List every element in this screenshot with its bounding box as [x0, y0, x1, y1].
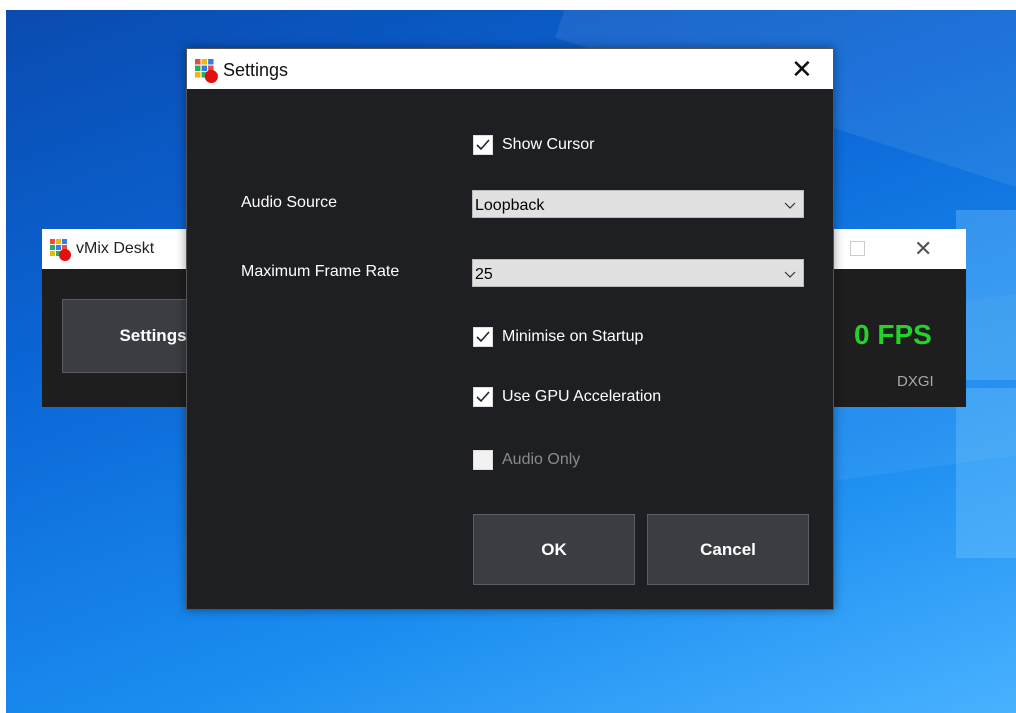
show-cursor-label: Show Cursor — [502, 136, 595, 153]
vmix-app-icon — [195, 59, 219, 88]
max-frame-rate-select[interactable]: 25 — [472, 259, 804, 287]
dialog-titlebar[interactable]: Settings ✕ — [187, 49, 833, 89]
checkbox-box[interactable] — [473, 135, 493, 155]
close-icon[interactable]: ✕ — [791, 54, 813, 85]
fps-readout: 0 FPS — [854, 319, 932, 350]
close-icon[interactable]: ✕ — [914, 236, 932, 262]
audio-only-checkbox: Audio Only — [473, 450, 580, 470]
minimise-on-startup-label: Minimise on Startup — [502, 328, 644, 345]
use-gpu-acceleration-label: Use GPU Acceleration — [502, 388, 662, 405]
checkmark-icon — [476, 391, 490, 403]
cancel-button[interactable]: Cancel — [647, 514, 809, 585]
dialog-title: Settings — [223, 60, 289, 80]
minimise-on-startup-checkbox[interactable]: Minimise on Startup — [473, 327, 643, 347]
audio-source-select[interactable]: Loopback — [472, 190, 804, 218]
settings-dialog: Settings ✕ Show Cursor Audio Source Loop… — [186, 48, 834, 610]
ok-button[interactable]: OK — [473, 514, 635, 585]
maximize-icon[interactable] — [850, 241, 865, 256]
chevron-down-icon — [784, 267, 796, 285]
checkmark-icon — [476, 331, 490, 343]
chevron-down-icon — [784, 198, 796, 216]
audio-source-value: Loopback — [475, 197, 545, 214]
checkmark-icon — [476, 139, 490, 151]
max-frame-rate-value: 25 — [475, 266, 493, 283]
show-cursor-checkbox[interactable]: Show Cursor — [473, 135, 594, 155]
capture-mode-label: DXGI — [897, 373, 934, 390]
use-gpu-acceleration-checkbox[interactable]: Use GPU Acceleration — [473, 387, 661, 407]
audio-only-label: Audio Only — [502, 451, 581, 468]
checkbox-box[interactable] — [473, 327, 493, 347]
checkbox-box — [473, 450, 493, 470]
audio-source-label: Audio Source — [241, 194, 338, 211]
vmix-app-icon — [50, 239, 72, 266]
window-title: vMix Deskt — [76, 240, 155, 257]
max-frame-rate-label: Maximum Frame Rate — [241, 263, 400, 280]
checkbox-box[interactable] — [473, 387, 493, 407]
